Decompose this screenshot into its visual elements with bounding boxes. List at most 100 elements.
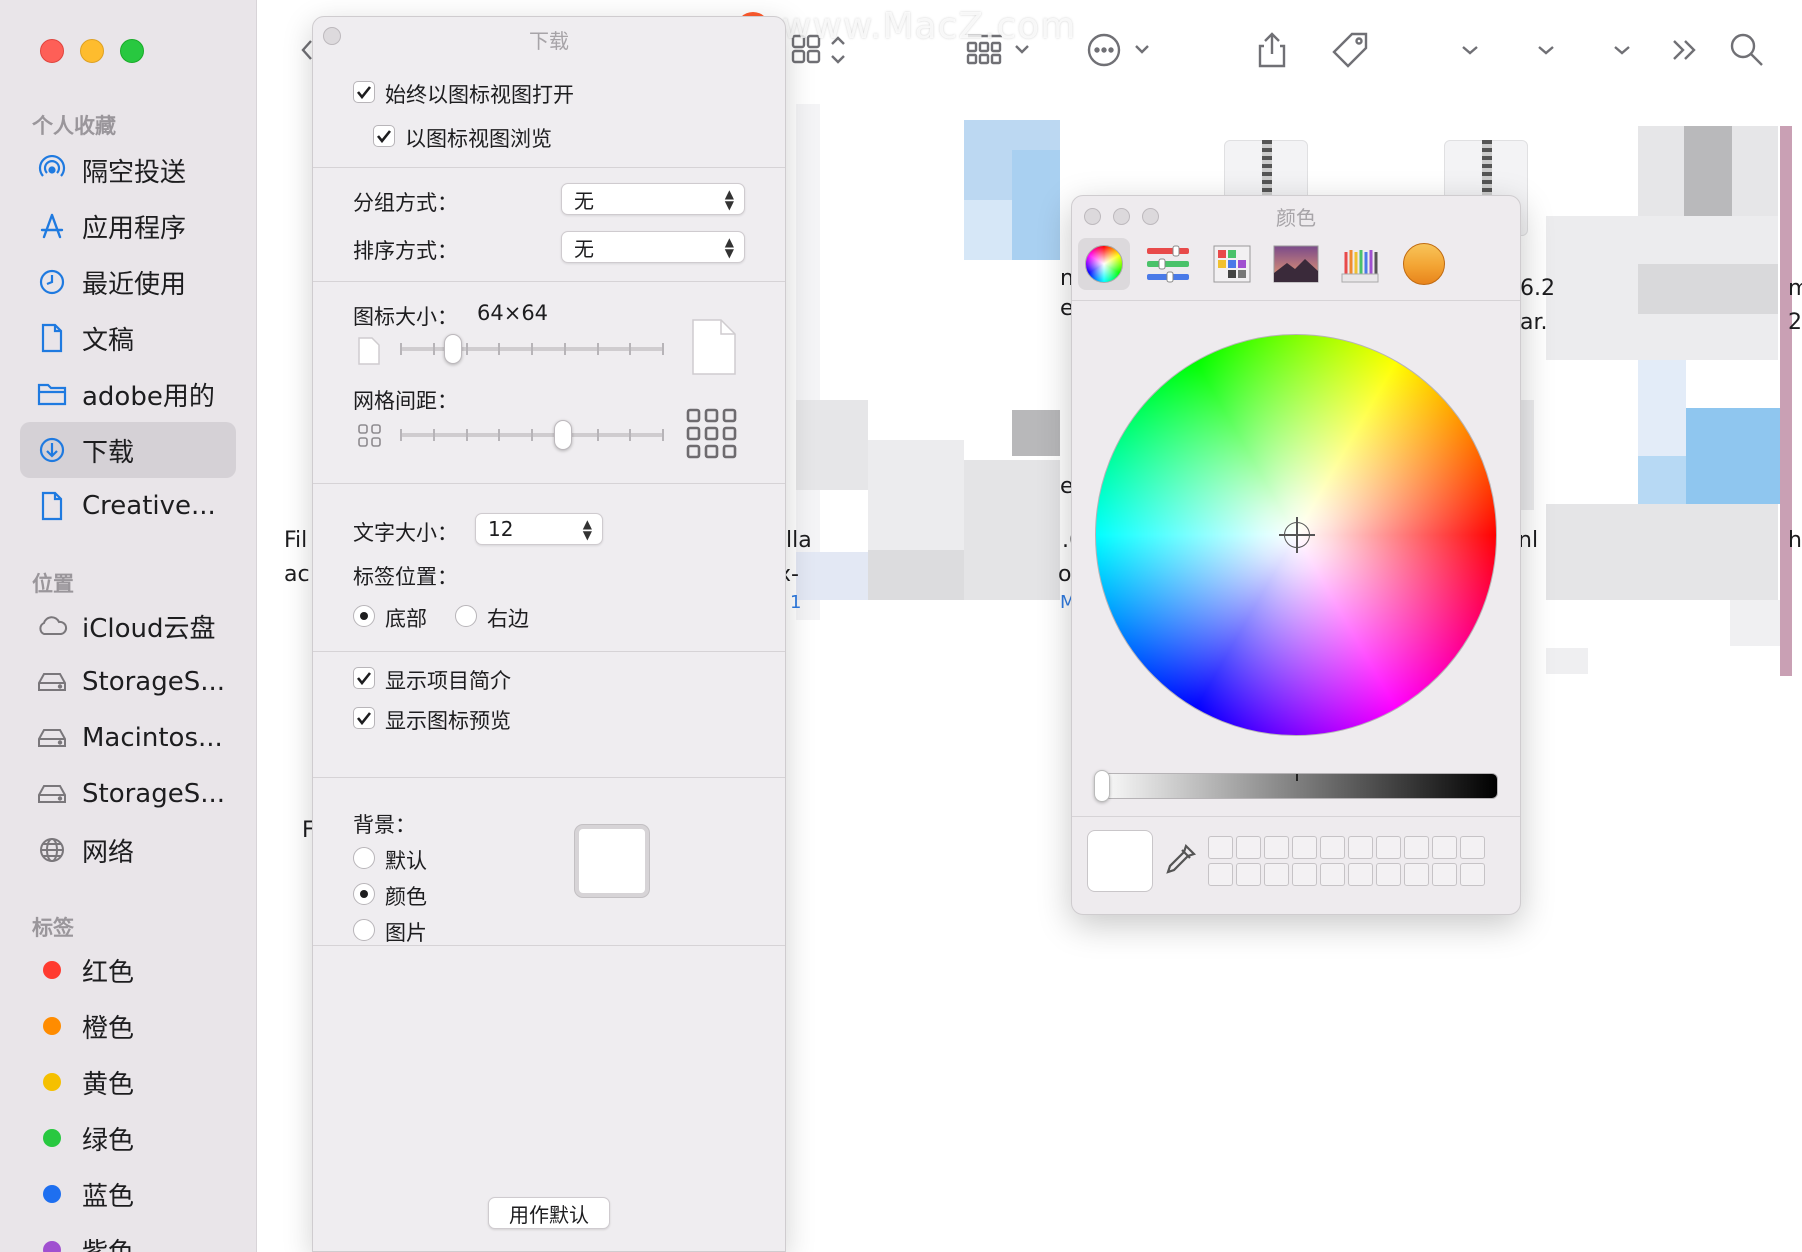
background-label: 背景： [353, 813, 416, 837]
color-palettes-tab[interactable] [1206, 238, 1258, 290]
background-color-well[interactable] [575, 825, 649, 897]
image-palettes-tab[interactable] [1270, 238, 1322, 290]
sidebar-item-storage-1[interactable]: StorageS... [20, 654, 236, 710]
separator [1072, 300, 1520, 301]
color-swatch-slot[interactable] [1320, 836, 1345, 859]
overflow-icon[interactable] [1670, 28, 1700, 72]
zipper-icon [1262, 140, 1272, 200]
background-default-radio[interactable] [353, 847, 375, 869]
sidebar-item-recents[interactable]: 最近使用 [20, 254, 236, 310]
sidebar-item-network[interactable]: 网络 [20, 822, 236, 878]
watermark-text: www.MacZ.com [782, 6, 1077, 47]
sidebar-tag-orange[interactable]: 橙色 [20, 998, 236, 1054]
color-swatch-slot[interactable] [1348, 863, 1373, 886]
zoom-window-button[interactable] [120, 39, 144, 63]
filename-fragment: m [1788, 276, 1802, 301]
applications-icon [36, 210, 68, 242]
sidebar-item-adobe[interactable]: adobe用的 [20, 366, 236, 422]
current-color-swatch[interactable] [1087, 830, 1153, 892]
sidebar-item-applications[interactable]: 应用程序 [20, 198, 236, 254]
background-color-radio[interactable] [353, 883, 375, 905]
mosaic-block [1546, 648, 1588, 674]
airdrop-icon [36, 154, 68, 186]
always-open-icon-view-checkbox[interactable] [353, 81, 375, 103]
updown-chevron-icon: ▲ ▼ [724, 187, 734, 212]
sidebar-item-airdrop[interactable]: 隔空投送 [20, 142, 236, 198]
slider-tick [662, 429, 664, 441]
search-icon[interactable] [1728, 28, 1766, 72]
sidebar-tag-green[interactable]: 绿色 [20, 1110, 236, 1166]
tag-icon[interactable] [1330, 28, 1372, 72]
text-size-popup[interactable]: 12 ▲ ▼ [475, 513, 603, 545]
color-swatch-slot[interactable] [1376, 836, 1401, 859]
color-sliders-tab[interactable] [1142, 238, 1194, 290]
icon-size-slider-knob[interactable] [444, 334, 463, 364]
color-wheel-crosshair[interactable] [1279, 517, 1315, 553]
minimize-window-button[interactable] [80, 39, 104, 63]
sidebar-tag-blue[interactable]: 蓝色 [20, 1166, 236, 1222]
color-swatch-slot[interactable] [1320, 863, 1345, 886]
sort-by-popup[interactable]: 无 ▲ ▼ [561, 231, 745, 263]
color-swatch-slot[interactable] [1264, 863, 1289, 886]
grid-spacing-slider-knob[interactable] [554, 420, 573, 450]
color-swatch-slot[interactable] [1292, 863, 1317, 886]
sidebar-item-label: StorageS... [82, 667, 226, 697]
sidebar-item-documents[interactable]: 文稿 [20, 310, 236, 366]
zipper-icon [1482, 140, 1492, 200]
color-wheel-tab[interactable] [1078, 238, 1130, 290]
sidebar-tag-purple[interactable]: 紫色 [20, 1222, 236, 1252]
sidebar-item-storage-2[interactable]: StorageS... [20, 766, 236, 822]
show-icon-preview-checkbox[interactable] [353, 707, 375, 729]
eyedropper-icon[interactable] [1162, 842, 1198, 878]
text-size-value: 12 [488, 517, 514, 541]
more-icon[interactable] [1086, 28, 1154, 72]
sidebar-item-icloud[interactable]: iCloud云盘 [20, 598, 236, 654]
sidebar-tag-yellow[interactable]: 黄色 [20, 1054, 236, 1110]
close-window-button[interactable] [40, 39, 64, 63]
color-swatch-slot[interactable] [1236, 836, 1261, 859]
group-by-popup[interactable]: 无 ▲ ▼ [561, 183, 745, 215]
use-as-defaults-button[interactable]: 用作默认 [488, 1197, 610, 1229]
downloads-icon [36, 434, 68, 466]
chevron-down-icon[interactable] [1460, 28, 1480, 72]
background-color-label: 颜色 [385, 885, 427, 909]
slider-tick [563, 343, 566, 355]
panel-title: 颜色 [1276, 206, 1316, 230]
label-position-right-radio[interactable] [455, 605, 477, 627]
filename-fragment: 2 [1788, 310, 1802, 335]
sidebar-item-macintosh[interactable]: Macintos... [20, 710, 236, 766]
color-swatch-slot[interactable] [1292, 836, 1317, 859]
slider-tick [498, 343, 501, 355]
always-open-icon-view-label: 始终以图标视图打开 [385, 83, 574, 107]
sampler-tab[interactable] [1398, 238, 1450, 290]
pencils-tab[interactable] [1334, 238, 1386, 290]
brightness-slider-knob[interactable] [1094, 770, 1110, 802]
color-swatch-slot[interactable] [1208, 863, 1233, 886]
color-swatch-slot[interactable] [1404, 836, 1429, 859]
sidebar-item-label: 下载 [82, 437, 135, 468]
browse-icon-view-checkbox[interactable] [373, 125, 395, 147]
color-swatch-slot[interactable] [1348, 836, 1373, 859]
color-swatch-slot[interactable] [1208, 836, 1233, 859]
background-picture-radio[interactable] [353, 919, 375, 941]
sidebar-item-downloads[interactable]: 下载 [20, 422, 236, 478]
share-icon[interactable] [1256, 28, 1288, 72]
color-swatch-slot[interactable] [1404, 863, 1429, 886]
chevron-down-icon[interactable] [1612, 28, 1632, 72]
color-swatch-slot[interactable] [1460, 863, 1485, 886]
sidebar-tag-red[interactable]: 红色 [20, 942, 236, 998]
label-position-label: 标签位置： [353, 565, 458, 589]
filename-fragment: ar. [1520, 310, 1548, 335]
color-swatch-slot[interactable] [1236, 863, 1261, 886]
mosaic-block [1686, 408, 1780, 504]
chevron-down-icon[interactable] [1536, 28, 1556, 72]
color-swatch-slot[interactable] [1376, 863, 1401, 886]
color-swatch-slot[interactable] [1264, 836, 1289, 859]
color-swatch-slot[interactable] [1432, 863, 1457, 886]
sidebar-item-creative[interactable]: Creative... [20, 478, 236, 534]
color-swatch-slot[interactable] [1460, 836, 1485, 859]
label-position-bottom-radio[interactable] [353, 605, 375, 627]
show-item-info-checkbox[interactable] [353, 667, 375, 689]
mosaic-block [1520, 400, 1534, 510]
color-swatch-slot[interactable] [1432, 836, 1457, 859]
